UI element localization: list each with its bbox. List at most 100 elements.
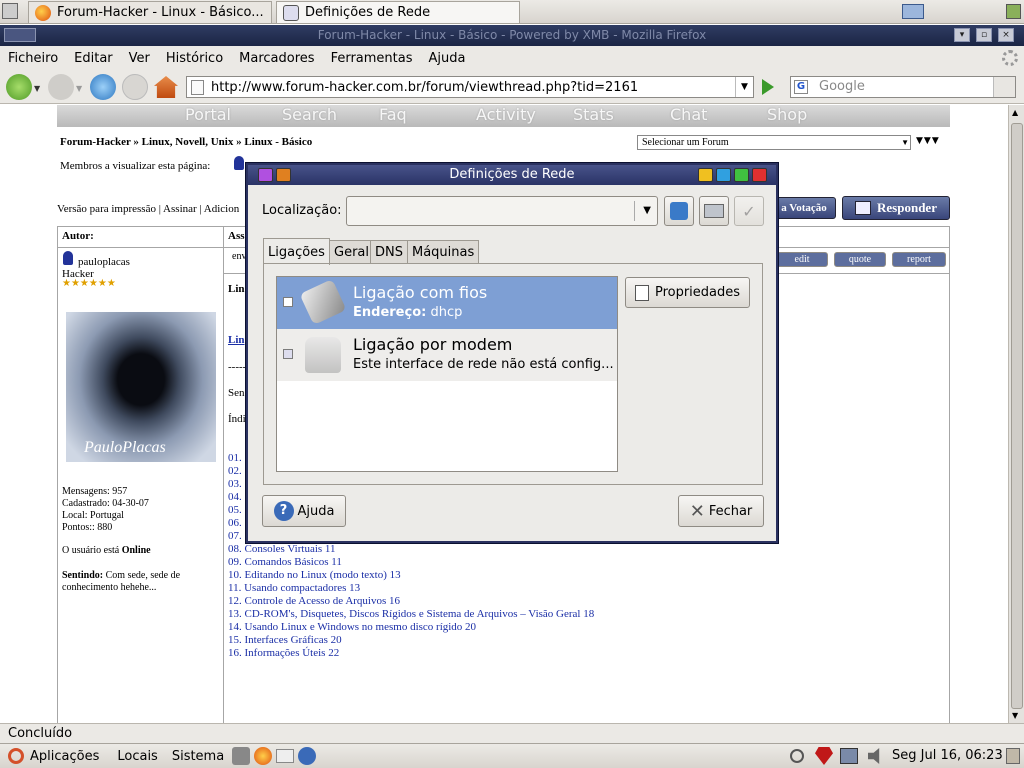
index-link[interactable]: 16. Informações Úteis 22 — [228, 647, 594, 660]
logout-icon[interactable] — [1006, 748, 1020, 764]
forum-nav-activity[interactable]: Activity — [476, 105, 573, 127]
stop-icon[interactable] — [122, 74, 148, 100]
tab-ligacoes[interactable]: Ligações — [263, 238, 330, 265]
forward-history-icon[interactable]: ▼ — [76, 84, 82, 93]
new-poll-button[interactable]: a Votação — [772, 197, 836, 219]
index-link[interactable]: 02. — [228, 465, 242, 478]
window-menu-icon[interactable] — [4, 28, 36, 42]
menu-aplicacoes[interactable]: Aplicações — [30, 749, 99, 764]
index-link[interactable]: 07. — [228, 530, 242, 543]
close-button[interactable]: ✕ Fechar — [678, 495, 764, 527]
mail-launcher-icon[interactable] — [276, 749, 295, 763]
list-item-wired[interactable]: Ligação com fios Endereço: dhcp — [277, 277, 617, 329]
window-list-icon[interactable] — [2, 3, 18, 19]
ruby-icon[interactable] — [815, 747, 833, 765]
minimize-icon[interactable]: ▾ — [954, 28, 970, 42]
list-item-modem[interactable]: Ligação por modem Este interface de rede… — [277, 329, 617, 381]
workspace-switcher[interactable] — [1006, 4, 1021, 19]
menu-ferramentas[interactable]: Ferramentas — [331, 51, 413, 66]
help-button[interactable]: ? Ajuda — [262, 495, 346, 527]
forward-icon[interactable] — [48, 74, 74, 100]
username[interactable]: pauloplacas — [78, 256, 130, 268]
index-link[interactable]: 14. Usando Linux e Windows no mesmo disc… — [228, 621, 594, 634]
dialog-maximize-icon[interactable] — [734, 168, 749, 182]
close-icon[interactable]: × — [998, 28, 1014, 42]
dialog-minimize-icon[interactable] — [716, 168, 731, 182]
index-link[interactable]: 09. Comandos Básicos 11 — [228, 556, 594, 569]
reload-icon[interactable] — [90, 74, 116, 100]
forum-select[interactable]: Selecionar um Forum ▼ — [637, 135, 911, 150]
index-link[interactable]: 04. — [228, 491, 242, 504]
wired-checkbox[interactable] — [283, 297, 293, 307]
go-icon[interactable] — [762, 79, 774, 95]
index-link[interactable]: 03. — [228, 478, 242, 491]
menu-editar[interactable]: Editar — [74, 51, 113, 66]
quote-button[interactable]: quote — [834, 252, 886, 267]
network-icon[interactable] — [840, 748, 858, 764]
index-link[interactable]: 10. Editando no Linux (modo texto) 13 — [228, 569, 594, 582]
menu-historico[interactable]: Histórico — [166, 51, 223, 66]
scroll-thumb[interactable] — [1011, 123, 1023, 709]
ubuntu-logo-icon[interactable] — [8, 748, 24, 764]
show-desktop-icon[interactable] — [902, 4, 924, 19]
help-launcher-icon[interactable] — [298, 747, 317, 765]
menu-sistema[interactable]: Sistema — [172, 749, 224, 764]
vertical-scrollbar[interactable]: ▲ ▼ — [1008, 105, 1024, 723]
scroll-down-icon[interactable]: ▼ — [1012, 711, 1018, 720]
taskbar-tab-network[interactable]: Definições de Rede — [276, 1, 520, 23]
clock[interactable]: Seg Jul 16, 06:23 — [892, 748, 1003, 763]
dialog-titlebar[interactable]: Definições de Rede — [248, 165, 776, 185]
forum-nav-shop[interactable]: Shop — [767, 105, 864, 127]
save-location-button[interactable] — [699, 196, 729, 226]
url-input[interactable]: http://www.forum-hacker.com.br/forum/vie… — [186, 76, 754, 98]
index-link[interactable]: 01. — [228, 452, 242, 465]
location-combo[interactable]: ▼ — [346, 196, 658, 226]
home-icon[interactable] — [154, 76, 178, 98]
tab-maquinas[interactable]: Máquinas — [407, 240, 480, 263]
index-link[interactable]: 13. CD-ROM's, Disquetes, Discos Rígidos … — [228, 608, 594, 621]
back-icon[interactable] — [6, 74, 32, 100]
report-button[interactable]: report — [892, 252, 946, 267]
edit-button[interactable]: edit — [776, 252, 828, 267]
thread-actions[interactable]: Versão para impressão | Assinar | Adicio… — [57, 203, 239, 215]
post-fragment-link[interactable]: Lin — [228, 334, 245, 346]
forum-nav-stats[interactable]: Stats — [573, 105, 670, 127]
scroll-up-icon[interactable]: ▲ — [1012, 108, 1018, 117]
breadcrumb[interactable]: Forum-Hacker » Linux, Novell, Unix » Lin… — [60, 136, 312, 148]
back-history-icon[interactable]: ▼ — [34, 84, 40, 93]
forum-nav-portal[interactable]: Portal — [185, 105, 282, 127]
modem-checkbox[interactable] — [283, 349, 293, 359]
dialog-shade-icon[interactable] — [698, 168, 713, 182]
menu-marcadores[interactable]: Marcadores — [239, 51, 314, 66]
index-link[interactable]: 11. Usando compactadores 13 — [228, 582, 594, 595]
index-link[interactable]: 06. — [228, 517, 242, 530]
firefox-launcher-icon[interactable] — [254, 747, 273, 765]
forum-nav-chat[interactable]: Chat — [670, 105, 767, 127]
terminal-launcher-icon[interactable] — [232, 747, 251, 765]
tab-dns[interactable]: DNS — [370, 240, 408, 263]
properties-button[interactable]: Propriedades — [625, 277, 750, 308]
import-location-button[interactable] — [664, 196, 694, 226]
index-link[interactable]: 15. Interfaces Gráficas 20 — [228, 634, 594, 647]
search-icon[interactable] — [993, 77, 1015, 97]
maximize-icon[interactable]: ▫ — [976, 28, 992, 42]
dialog-menu-icon[interactable] — [258, 168, 273, 182]
url-dropdown-icon[interactable]: ▼ — [735, 77, 753, 97]
forum-nav-faq[interactable]: Faq — [379, 105, 476, 127]
menu-ver[interactable]: Ver — [129, 51, 150, 66]
magnifier-icon[interactable] — [790, 749, 804, 763]
index-link[interactable]: 08. Consoles Virtuais 11 — [228, 543, 594, 556]
tab-geral[interactable]: Geral — [329, 240, 374, 263]
dialog-pin-icon[interactable] — [276, 168, 291, 182]
taskbar-tab-firefox[interactable]: Forum-Hacker - Linux - Básico... — [28, 1, 272, 23]
apply-location-button[interactable]: ✓ — [734, 196, 764, 226]
index-link[interactable]: 12. Controle de Acesso de Arquivos 16 — [228, 595, 594, 608]
google-engine-icon[interactable]: G — [794, 80, 808, 94]
index-link[interactable]: 05. — [228, 504, 242, 517]
menu-ficheiro[interactable]: Ficheiro — [8, 51, 58, 66]
menu-locais[interactable]: Locais — [117, 749, 157, 764]
jump-arrows-icon[interactable]: ▼▼▼ — [916, 136, 940, 146]
forum-nav-search[interactable]: Search — [282, 105, 379, 127]
dialog-close-icon[interactable] — [752, 168, 767, 182]
reply-button[interactable]: Responder — [842, 196, 950, 220]
